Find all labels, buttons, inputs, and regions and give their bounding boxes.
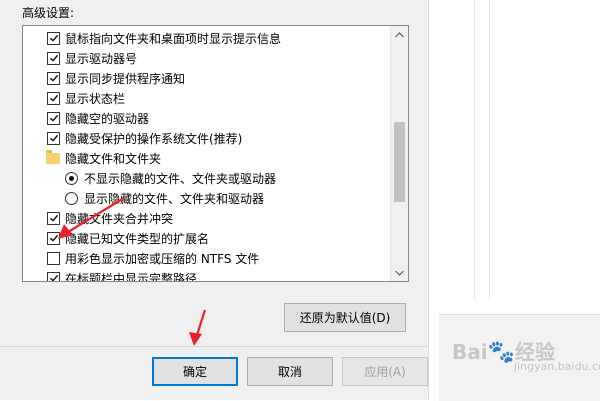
advanced-settings-label: 高级设置: <box>22 6 75 20</box>
ok-button[interactable]: 确定 <box>152 357 238 386</box>
advanced-settings-tree[interactable]: 鼠标指向文件夹和桌面项时显示提示信息 显示驱动器号显示同步提供程序通知 显示状态栏隐… <box>22 25 409 282</box>
tree-item-label: 隐藏已知文件类型的扩展名 <box>65 231 210 246</box>
tree-item-label: 显示隐藏的文件、文件夹和驱动器 <box>84 191 265 206</box>
checked-checkbox-icon[interactable] <box>47 211 60 225</box>
scroll-up-icon[interactable] <box>391 26 408 43</box>
tree-item-checkbox[interactable]: 隐藏已知文件类型的扩展名 <box>23 228 385 248</box>
tree-item-checkbox[interactable]: 在标题栏中显示完整路径 <box>23 268 385 282</box>
tree-item-checkbox[interactable]: 显示驱动器号 <box>23 48 385 68</box>
checked-checkbox-icon[interactable] <box>47 271 60 281</box>
apply-button[interactable]: 应用(A) <box>342 357 428 386</box>
tree-item-radio[interactable]: 显示隐藏的文件、文件夹和驱动器 <box>23 188 385 208</box>
tree-item-label: 显示同步提供程序通知 <box>65 71 186 86</box>
tree-item-label: 不显示隐藏的文件、文件夹或驱动器 <box>84 171 277 186</box>
tree-item-folder[interactable]: 隐藏文件和文件夹 <box>23 148 385 168</box>
restore-defaults-button[interactable]: 还原为默认值(D) <box>284 303 406 332</box>
paw-icon: 🐾 <box>487 340 516 365</box>
radio-selected-icon[interactable] <box>65 171 78 185</box>
cancel-button[interactable]: 取消 <box>247 357 333 386</box>
baidu-watermark: Bai🐾经验 jingyan.baidu.com <box>452 336 600 373</box>
tree-item-checkbox[interactable]: 隐藏空的驱动器 <box>23 108 385 128</box>
tree-item-checkbox[interactable]: 隐藏受保护的操作系统文件(推荐) <box>23 128 385 148</box>
tree-item-checkbox[interactable]: 用彩色显示加密或压缩的 NTFS 文件 <box>23 248 385 268</box>
tree-item-label: 显示状态栏 <box>65 91 126 106</box>
tree-scrollbar[interactable] <box>390 26 408 281</box>
tree-item-radio[interactable]: 不显示隐藏的文件、文件夹或驱动器 <box>23 168 385 188</box>
tree-item-label: 用彩色显示加密或压缩的 NTFS 文件 <box>65 251 260 266</box>
scroll-down-icon[interactable] <box>391 264 408 281</box>
tree-item-checkbox[interactable]: 显示同步提供程序通知 <box>23 68 385 88</box>
folder-icon <box>46 149 60 164</box>
watermark-sub: jingyan.baidu.com <box>514 360 600 373</box>
tree-item-label: 隐藏文件夹合并冲突 <box>65 211 174 226</box>
tree-item-label: 隐藏空的驱动器 <box>65 111 150 126</box>
checked-checkbox-icon[interactable] <box>47 111 60 125</box>
tree-item-checkbox[interactable]: 隐藏文件夹合并冲突 <box>23 208 385 228</box>
dialog-border <box>428 0 439 400</box>
footer-divider <box>0 346 428 347</box>
checked-checkbox-icon[interactable] <box>47 71 60 85</box>
checked-checkbox-icon[interactable] <box>47 131 60 145</box>
checked-checkbox-icon[interactable] <box>47 51 60 65</box>
checked-checkbox-icon[interactable] <box>47 91 60 105</box>
radio-unselected-icon[interactable] <box>65 191 78 205</box>
tree-item-label: 隐藏文件和文件夹 <box>65 151 162 166</box>
background-scrollbar <box>474 0 490 300</box>
tree-item-label: 隐藏受保护的操作系统文件(推荐) <box>65 131 243 146</box>
checked-checkbox-icon[interactable] <box>47 31 60 45</box>
tree-item-label: 显示驱动器号 <box>65 51 138 66</box>
tree-item-label: 在标题栏中显示完整路径 <box>65 271 198 282</box>
checked-checkbox-icon[interactable] <box>47 231 60 245</box>
unchecked-checkbox-icon[interactable] <box>47 251 60 265</box>
tree-item-checkbox[interactable]: 显示状态栏 <box>23 88 385 108</box>
tree-item-checkbox[interactable]: 鼠标指向文件夹和桌面项时显示提示信息 <box>23 28 385 48</box>
watermark-brand: Bai <box>452 340 488 364</box>
tree-item-label: 鼠标指向文件夹和桌面项时显示提示信息 <box>65 31 282 46</box>
scroll-thumb[interactable] <box>394 122 405 202</box>
folder-options-dialog: 高级设置: 鼠标指向文件夹和桌面项时显示提示信息 显示驱动器号显示同步提供程序通知… <box>0 0 428 400</box>
